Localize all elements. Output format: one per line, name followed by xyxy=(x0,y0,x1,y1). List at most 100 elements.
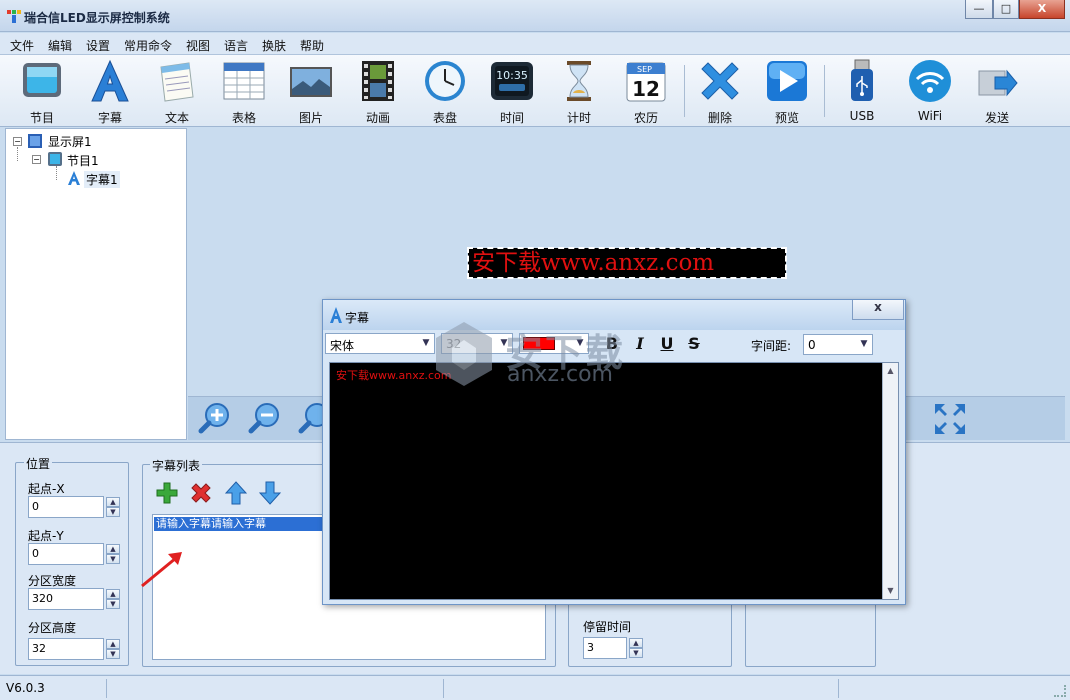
svg-text:SEP: SEP xyxy=(637,65,652,74)
fullscreen-icon[interactable] xyxy=(933,402,967,436)
toolbar-animation-button[interactable]: 动画 xyxy=(348,57,408,125)
spacing-select[interactable]: 0 ▼ xyxy=(803,334,873,355)
menu-common-commands[interactable]: 常用命令 xyxy=(124,37,172,54)
watermark-text-en: anxz.com xyxy=(507,362,613,387)
status-bar: V6.0.3 xyxy=(0,675,1070,700)
tree-collapse-toggle[interactable]: − xyxy=(13,137,22,146)
spin-down-icon: ▼ xyxy=(106,649,120,659)
screen-icon xyxy=(28,134,42,148)
stay-time-spinbox[interactable]: 3 ▲ ▼ xyxy=(583,637,643,659)
menu-edit[interactable]: 编辑 xyxy=(48,37,72,54)
spin-up-icon: ▲ xyxy=(106,544,120,554)
scroll-down-icon[interactable]: ▼ xyxy=(883,583,898,599)
vertical-scrollbar[interactable]: ▲ ▼ xyxy=(882,363,898,599)
led-subtitle-region[interactable]: 安下载www.anxz.com xyxy=(467,247,787,279)
toolbar-dial-button[interactable]: 表盘 xyxy=(415,57,475,125)
toolbar-separator xyxy=(824,65,825,117)
watermark-logo xyxy=(436,322,492,386)
spin-down-icon: ▼ xyxy=(106,554,120,564)
version-label: V6.0.3 xyxy=(6,681,45,695)
start-y-spinbox[interactable]: 0 ▲ ▼ xyxy=(28,543,120,565)
zoom-in-icon[interactable] xyxy=(198,401,232,435)
remove-icon[interactable] xyxy=(189,481,213,505)
title-bar: 瑞合信LED显示屏控制系统 — □ X xyxy=(0,0,1070,32)
resize-grip[interactable] xyxy=(1054,685,1066,697)
subtitle-icon xyxy=(330,307,342,323)
height-label: 分区高度 xyxy=(28,621,77,635)
toolbar-program-button[interactable]: 节目 xyxy=(12,57,72,125)
height-spinbox[interactable]: 32 ▲ ▼ xyxy=(28,638,120,660)
close-button[interactable]: X xyxy=(1019,0,1065,19)
start-y-label: 起点-Y xyxy=(28,529,64,543)
spin-up-icon: ▲ xyxy=(106,639,120,649)
underline-button[interactable]: U xyxy=(658,334,676,354)
spin-up-icon: ▲ xyxy=(106,589,120,599)
clock-dial-icon xyxy=(425,61,465,101)
program-icon xyxy=(23,63,61,97)
toolbar-preview-button[interactable]: 预览 xyxy=(757,57,817,125)
toolbar-text-button[interactable]: 文本 xyxy=(147,57,207,125)
font-select[interactable]: 宋体 ▼ xyxy=(325,333,435,354)
subtitle-icon xyxy=(91,59,129,102)
svg-text:12: 12 xyxy=(632,77,660,101)
send-icon xyxy=(978,69,1018,97)
effects-group xyxy=(745,600,876,667)
dialog-close-button[interactable]: x xyxy=(852,300,904,320)
toolbar-time-button[interactable]: 10:35 时间 xyxy=(482,57,542,125)
spin-up-icon: ▲ xyxy=(629,638,643,648)
toolbar-subtitle-button[interactable]: 字幕 xyxy=(80,57,140,125)
menu-language[interactable]: 语言 xyxy=(224,37,248,54)
window-title: 瑞合信LED显示屏控制系统 xyxy=(24,11,170,25)
list-item[interactable]: 请输入字幕请输入字幕 xyxy=(154,517,324,531)
menu-skin[interactable]: 换肤 xyxy=(262,37,286,54)
toolbar-send-button[interactable]: 发送 xyxy=(967,57,1027,125)
toolbar-wifi-button[interactable]: WiFi xyxy=(900,57,960,125)
subtitle-editor[interactable]: 安下载www.anxz.com ▲ ▼ xyxy=(329,362,899,600)
toolbar-picture-button[interactable]: 图片 xyxy=(281,57,341,125)
tree-collapse-toggle[interactable]: − xyxy=(32,155,41,164)
minimize-button[interactable]: — xyxy=(965,0,993,19)
text-notepad-icon xyxy=(160,62,194,102)
move-down-icon[interactable] xyxy=(259,481,281,505)
menu-view[interactable]: 视图 xyxy=(186,37,210,54)
menu-file[interactable]: 文件 xyxy=(10,37,34,54)
menu-bar: 文件 编辑 设置 常用命令 视图 语言 换肤 帮助 xyxy=(0,33,1070,55)
toolbar-table-button[interactable]: 表格 xyxy=(214,57,274,125)
toolbar: 节目 字幕 文本 表格 图片 动画 表盘 10:35 时间 计时 SEP 12 农… xyxy=(0,55,1070,127)
svg-text:10:35: 10:35 xyxy=(496,69,528,82)
toolbar-lunar-calendar-button[interactable]: SEP 12 农历 xyxy=(616,57,676,125)
italic-button[interactable]: I xyxy=(631,334,649,354)
start-x-label: 起点-X xyxy=(28,482,65,496)
usb-drive-icon xyxy=(851,59,873,101)
film-icon xyxy=(362,61,394,101)
spin-down-icon: ▼ xyxy=(106,599,120,609)
menu-help[interactable]: 帮助 xyxy=(300,37,324,54)
strikethrough-button[interactable]: S xyxy=(685,334,703,354)
table-icon xyxy=(223,62,265,100)
width-label: 分区宽度 xyxy=(28,574,77,588)
zoom-out-icon[interactable] xyxy=(248,401,282,435)
digital-clock-icon: 10:35 xyxy=(491,62,533,100)
move-up-icon[interactable] xyxy=(225,481,247,505)
start-x-spinbox[interactable]: 0 ▲ ▼ xyxy=(28,496,120,518)
tree-item-subtitle[interactable]: 字幕1 xyxy=(84,171,120,188)
add-icon[interactable] xyxy=(155,481,179,505)
spin-down-icon: ▼ xyxy=(106,507,120,517)
tree-item-screen[interactable]: 显示屏1 xyxy=(48,133,92,150)
program-tree: − 显示屏1 − 节目1 字幕1 xyxy=(5,128,187,440)
calendar-icon: SEP 12 xyxy=(626,62,666,102)
chevron-down-icon: ▼ xyxy=(860,339,868,349)
position-group-title: 位置 xyxy=(24,455,53,472)
tree-item-program[interactable]: 节目1 xyxy=(67,152,99,169)
toolbar-delete-button[interactable]: 删除 xyxy=(690,57,750,125)
scroll-up-icon[interactable]: ▲ xyxy=(883,363,898,379)
program-icon xyxy=(48,152,62,166)
subtitle-list-title: 字幕列表 xyxy=(150,457,203,474)
spacing-label: 字间距: xyxy=(751,339,792,353)
width-spinbox[interactable]: 320 ▲ ▼ xyxy=(28,588,120,610)
menu-settings[interactable]: 设置 xyxy=(86,37,110,54)
toolbar-timer-button[interactable]: 计时 xyxy=(549,57,609,125)
spin-up-icon: ▲ xyxy=(106,497,120,507)
maximize-button[interactable]: □ xyxy=(993,0,1019,19)
toolbar-usb-button[interactable]: USB xyxy=(832,57,892,125)
